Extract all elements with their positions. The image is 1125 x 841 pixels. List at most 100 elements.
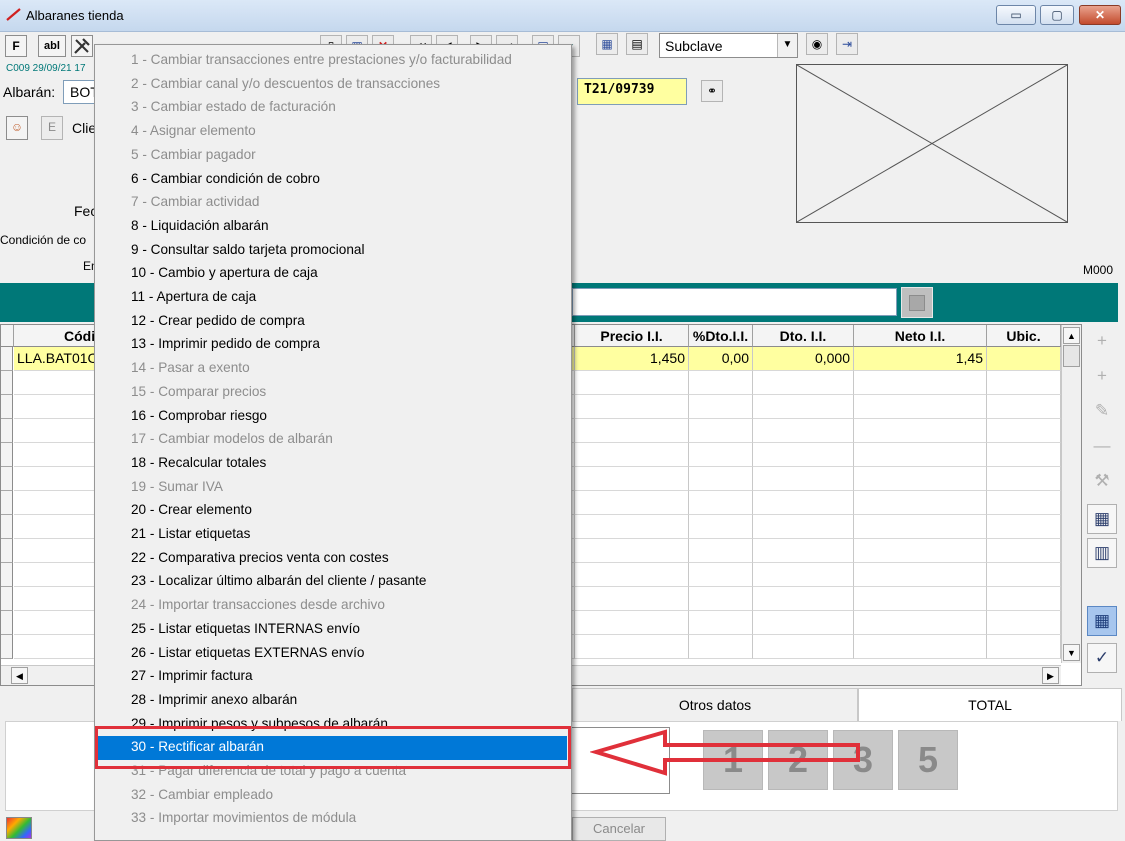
menu-item[interactable]: 28 - Imprimir anexo albarán [95,689,571,713]
scroll-right-icon[interactable]: ▶ [1042,667,1059,684]
tab-total[interactable]: TOTAL [858,688,1122,721]
menu-item[interactable]: 8 - Liquidación albarán [95,215,571,239]
row-selector[interactable] [1,347,13,371]
grid-cell[interactable] [689,587,753,611]
row-selector[interactable] [1,611,13,635]
grid-cell[interactable] [854,419,987,443]
add-line-icon[interactable]: + [1087,327,1117,357]
check-icon[interactable]: ✓ [1087,643,1117,673]
grid-cell[interactable] [575,467,689,491]
grid-cell[interactable] [575,395,689,419]
row-selector[interactable] [1,419,13,443]
grid-cell[interactable] [987,371,1061,395]
calculator-icon[interactable]: ▦ [1087,504,1117,534]
line-search-input[interactable] [572,288,897,316]
tab-otros-datos[interactable]: Otros datos [572,688,858,721]
scroll-left-icon[interactable]: ◀ [11,667,28,684]
menu-item[interactable]: 16 - Comprobar riesgo [95,405,571,429]
cell-pdto[interactable]: 0,00 [689,347,753,371]
menu-item[interactable]: 25 - Listar etiquetas INTERNAS envío [95,618,571,642]
menu-item[interactable]: 17 - Cambiar modelos de albarán [95,428,571,452]
grid-cell[interactable] [753,395,854,419]
menu-item[interactable]: 33 - Importar movimientos de módula [95,807,571,831]
menu-item[interactable]: 10 - Cambio y apertura de caja [95,262,571,286]
line-tools-icon[interactable]: ⚒ [1087,467,1117,497]
menu-item[interactable]: 26 - Listar etiquetas EXTERNAS envío [95,642,571,666]
client-avatar-icon[interactable]: ☺ [6,116,28,140]
color-palette-icon[interactable] [6,817,32,839]
exit-icon[interactable]: ⇥ [836,33,858,55]
grid-cell[interactable] [987,491,1061,515]
grid-cell[interactable] [987,395,1061,419]
row-selector[interactable] [1,515,13,539]
menu-item[interactable]: 24 - Importar transacciones desde archiv… [95,594,571,618]
number-button-5[interactable]: 5 [898,730,958,790]
remove-line-icon[interactable]: — [1087,432,1117,462]
grid-cell[interactable] [753,371,854,395]
grid-cell[interactable] [689,491,753,515]
row-selector[interactable] [1,491,13,515]
menu-item[interactable]: 18 - Recalcular totales [95,452,571,476]
cancel-button[interactable]: Cancelar [572,817,666,841]
grid-cell[interactable] [987,539,1061,563]
row-selector[interactable] [1,539,13,563]
menu-item[interactable]: 4 - Asignar elemento [95,120,571,144]
grid-cell[interactable] [689,419,753,443]
column-header-neto[interactable]: Neto I.I. [854,325,987,347]
scroll-thumb[interactable] [1063,345,1080,367]
grid-cell[interactable] [575,515,689,539]
row-selector[interactable] [1,635,13,659]
grid-cell[interactable] [854,491,987,515]
menu-item[interactable]: 19 - Sumar IVA [95,476,571,500]
menu-item[interactable]: 2 - Cambiar canal y/o descuentos de tran… [95,73,571,97]
menu-item[interactable]: 7 - Cambiar actividad [95,191,571,215]
close-button[interactable]: ✕ [1079,5,1121,25]
grid-cell[interactable] [689,395,753,419]
grid-cell[interactable] [689,563,753,587]
grid-cell[interactable] [854,515,987,539]
menu-item[interactable]: 11 - Apertura de caja [95,286,571,310]
menu-item[interactable]: 3 - Cambiar estado de facturación [95,96,571,120]
grid-cell[interactable] [689,443,753,467]
grid-cell[interactable] [689,515,753,539]
grid-cell[interactable] [753,611,854,635]
menu-item[interactable]: 22 - Comparativa precios venta con coste… [95,547,571,571]
grid-cell[interactable] [987,587,1061,611]
insert-line-icon[interactable]: + [1087,362,1117,392]
menu-item[interactable]: 1 - Cambiar transacciones entre prestaci… [95,49,571,73]
menu-item[interactable]: 27 - Imprimir factura [95,665,571,689]
grid-cell[interactable] [575,635,689,659]
grid-cell[interactable] [753,443,854,467]
column-header-pdto[interactable]: %Dto.I.I. [689,325,753,347]
e-button[interactable]: E [41,116,63,140]
grid-cell[interactable] [854,371,987,395]
row-selector[interactable] [1,443,13,467]
grid-cell[interactable] [854,635,987,659]
menu-item[interactable]: 15 - Comparar precios [95,381,571,405]
grid-cell[interactable] [854,467,987,491]
menu-item[interactable]: 20 - Crear elemento [95,499,571,523]
binoculars-icon[interactable]: ⚭ [701,80,723,102]
tools-icon[interactable] [71,35,93,57]
grid-cell[interactable] [753,491,854,515]
grid-view-icon[interactable]: ▦ [596,33,618,55]
cell-neto[interactable]: 1,45 [854,347,987,371]
apply-search-button[interactable] [901,287,933,318]
scroll-down-icon[interactable]: ▼ [1063,644,1080,661]
grid-cell[interactable] [753,515,854,539]
grid-cell[interactable] [753,467,854,491]
grid-cell[interactable] [575,371,689,395]
grid-cell[interactable] [987,611,1061,635]
grid-cell[interactable] [753,587,854,611]
grid-cell[interactable] [575,419,689,443]
grid-cell[interactable] [854,395,987,419]
minimize-button[interactable]: ▭ [996,5,1036,25]
grid-cell[interactable] [689,371,753,395]
grid-cell[interactable] [753,539,854,563]
grid-cell[interactable] [753,419,854,443]
menu-item[interactable]: 21 - Listar etiquetas [95,523,571,547]
menu-item[interactable]: 12 - Crear pedido de compra [95,310,571,334]
grid-cell[interactable] [987,443,1061,467]
grid-cell[interactable] [575,563,689,587]
grid-cell[interactable] [689,539,753,563]
